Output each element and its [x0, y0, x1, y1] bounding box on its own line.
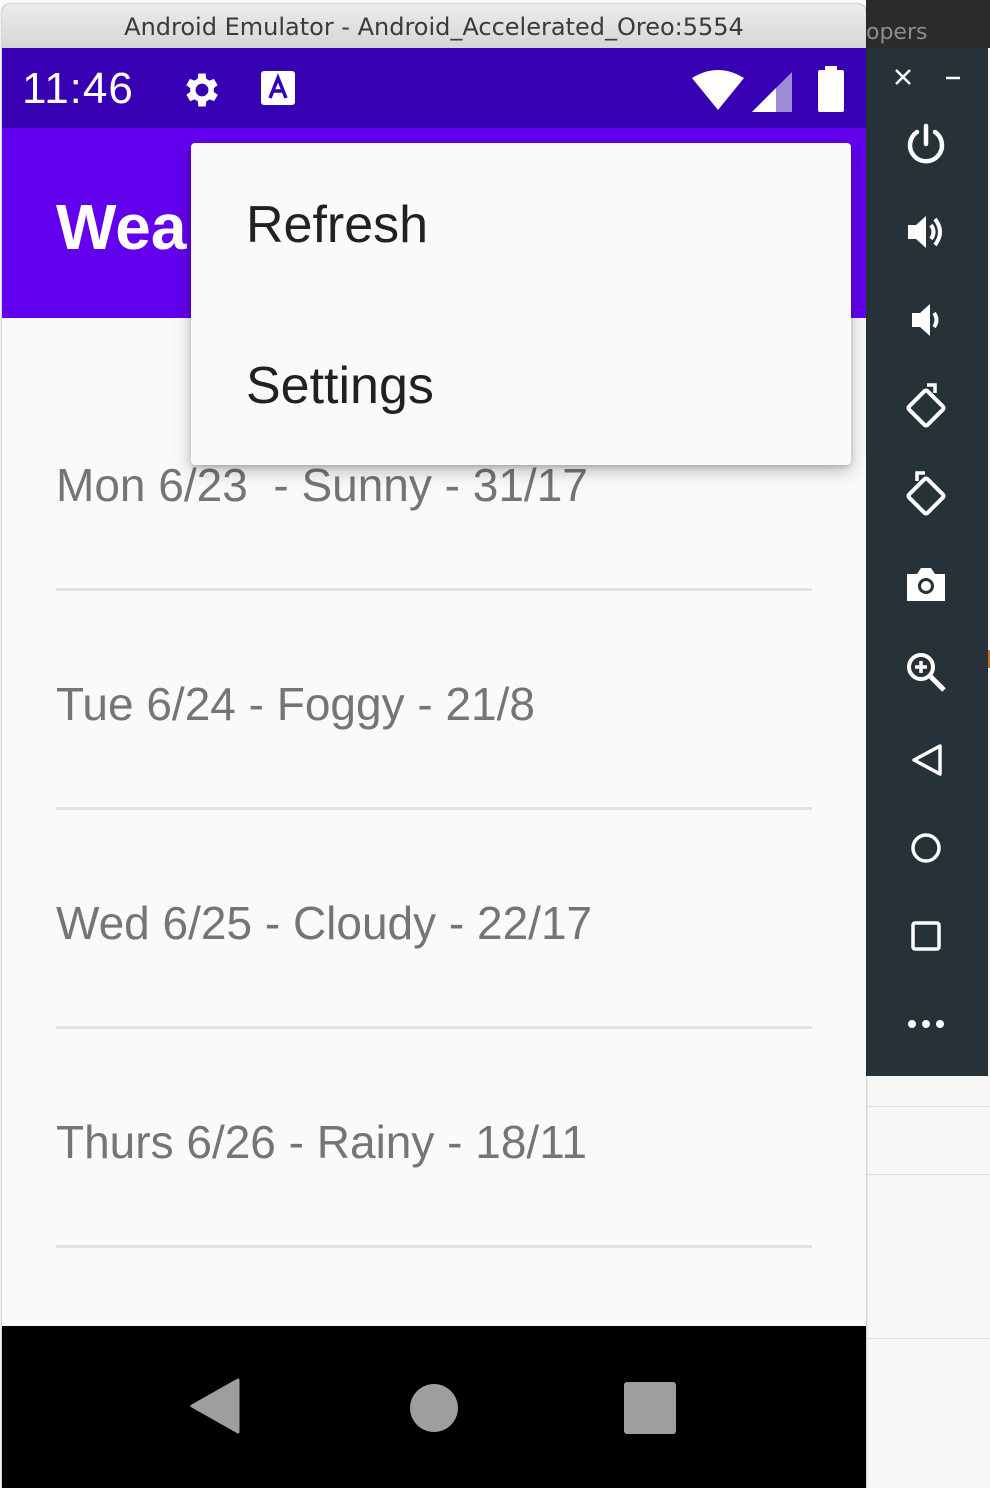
zoom-icon[interactable] [896, 642, 956, 702]
navigation-bar [2, 1326, 866, 1488]
host-peek-text: opers [866, 20, 928, 45]
rotate-right-icon[interactable] [896, 466, 956, 526]
list-item-text: Tue 6/24 - Foggy - 21/8 [56, 678, 536, 730]
minimize-icon[interactable] [938, 62, 968, 92]
list-item[interactable]: Thurs 6/26 - Rainy - 18/11 [56, 975, 812, 1248]
list-item[interactable]: Tue 6/24 - Foggy - 21/8 [56, 537, 812, 810]
accessibility-icon [260, 70, 296, 112]
nav-overview-icon[interactable] [624, 1382, 676, 1438]
camera-icon[interactable] [896, 554, 956, 614]
menu-item-label: Refresh [246, 196, 429, 254]
volume-down-icon[interactable] [896, 290, 956, 350]
status-bar: 11:46 [2, 48, 866, 128]
volume-up-icon[interactable] [896, 202, 956, 262]
list-item-text: Wed 6/25 - Cloudy - 22/17 [56, 897, 593, 949]
window-title: Android Emulator - Android_Accelerated_O… [2, 4, 866, 48]
nav-back-icon[interactable] [190, 1378, 240, 1438]
overflow-menu: Refresh Settings [191, 143, 851, 465]
host-divider [866, 1174, 990, 1175]
emulator-toolbar [866, 48, 988, 1076]
list-item-text: Mon 6/23 - Sunny - 31/17 [56, 459, 588, 511]
menu-item-label: Settings [246, 357, 434, 415]
signal-icon [752, 72, 792, 116]
home-icon[interactable] [896, 818, 956, 878]
overview-icon[interactable] [896, 906, 956, 966]
host-divider [866, 1106, 990, 1107]
app-title: Wea [56, 191, 187, 263]
back-icon[interactable] [896, 730, 956, 790]
host-divider [866, 1338, 990, 1339]
rotate-left-icon[interactable] [896, 378, 956, 438]
list-divider [56, 1245, 812, 1248]
status-time: 11:46 [22, 64, 134, 113]
battery-icon [818, 66, 844, 116]
settings-gear-icon [180, 68, 224, 116]
wifi-icon [692, 70, 744, 116]
power-icon[interactable] [896, 114, 956, 174]
menu-item-refresh[interactable]: Refresh [191, 143, 851, 304]
emulator-window: Android Emulator - Android_Accelerated_O… [2, 4, 866, 1488]
list-item-text: Thurs 6/26 - Rainy - 18/11 [56, 1116, 587, 1168]
list-item[interactable]: Wed 6/25 - Cloudy - 22/17 [56, 756, 812, 1029]
close-icon[interactable] [888, 62, 918, 92]
nav-home-icon[interactable] [410, 1384, 458, 1436]
menu-item-settings[interactable]: Settings [191, 304, 851, 465]
forecast-list: Mon 6/23 - Sunny - 31/17 Tue 6/24 - Fogg… [2, 318, 866, 1326]
more-icon[interactable] [896, 994, 956, 1054]
